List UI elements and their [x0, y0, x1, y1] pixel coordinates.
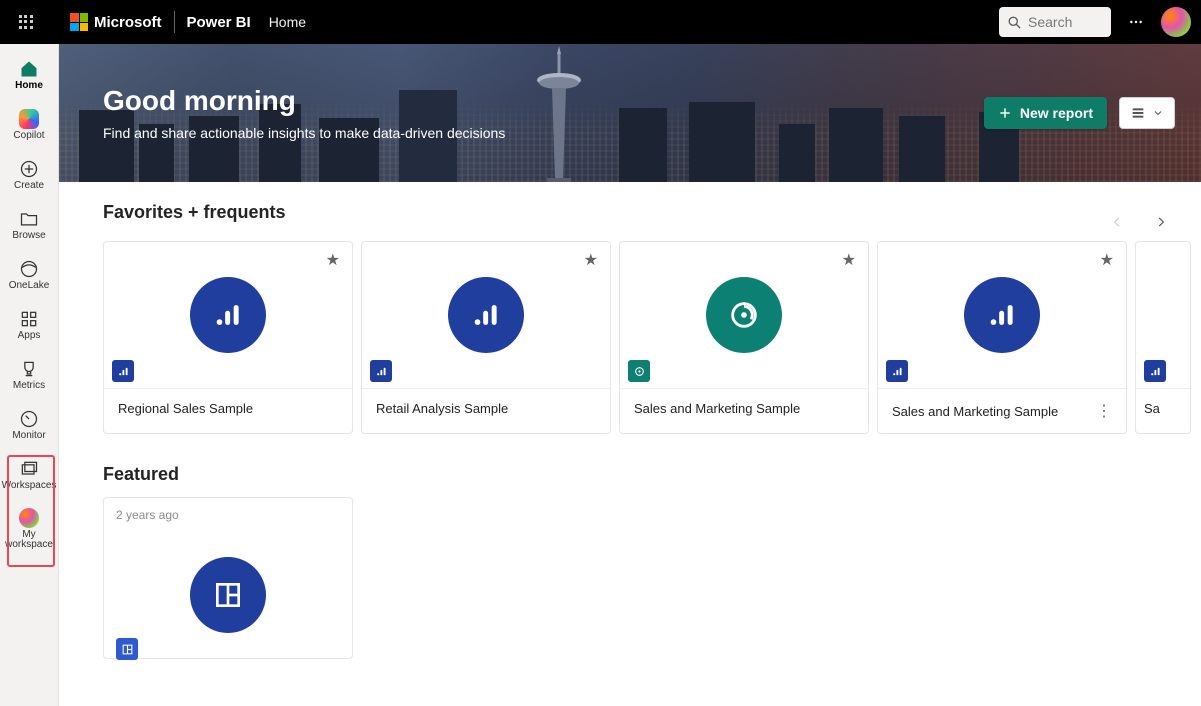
report-badge-icon [1144, 360, 1166, 382]
star-icon[interactable]: ★ [842, 250, 856, 270]
breadcrumb[interactable]: Home [269, 14, 306, 30]
nav-workspaces[interactable]: Workspaces [0, 450, 58, 500]
new-report-label: New report [1020, 105, 1093, 121]
card-title: Sales and Marketing Sample [892, 404, 1058, 419]
workspace-avatar-icon [19, 508, 39, 528]
app-badge-icon [628, 360, 650, 382]
nav-label: My workspace [0, 530, 58, 550]
nav-create[interactable]: Create [0, 150, 58, 200]
report-icon [964, 277, 1040, 353]
card-more-button[interactable]: ⋮ [1096, 401, 1112, 421]
search-placeholder: Search [1028, 14, 1072, 30]
nav-browse[interactable]: Browse [0, 200, 58, 250]
section-title-favorites: Favorites + frequents [103, 202, 1201, 223]
chevron-right-icon [1154, 215, 1168, 229]
chevron-left-icon [1110, 215, 1124, 229]
report-badge-icon [886, 360, 908, 382]
copilot-icon [19, 109, 39, 129]
nav-label: Metrics [13, 381, 45, 391]
star-icon[interactable]: ★ [584, 250, 598, 270]
content-card[interactable]: ★ Sales and Marketing Sample [619, 241, 869, 434]
monitor-icon [19, 409, 39, 429]
brand-label: Microsoft [94, 14, 162, 31]
trophy-icon [19, 359, 39, 379]
nav-label: Monitor [12, 431, 45, 441]
more-options-button[interactable] [1123, 9, 1149, 35]
topbar: Microsoft Power BI Home Search [0, 0, 1201, 44]
report-badge-icon [370, 360, 392, 382]
chevron-down-icon [1152, 107, 1164, 119]
topbar-divider [174, 11, 175, 33]
hero-banner: Good morning Find and share actionable i… [59, 44, 1201, 182]
hero-text: Good morning Find and share actionable i… [103, 85, 505, 141]
home-icon [19, 59, 39, 79]
nav-label: Copilot [13, 131, 44, 141]
nav-monitor[interactable]: Monitor [0, 400, 58, 450]
ellipsis-icon [1128, 14, 1144, 30]
dashboard-icon [190, 557, 266, 633]
app-icon [706, 277, 782, 353]
list-view-icon [1130, 105, 1146, 121]
card-title: Sa [1144, 401, 1160, 416]
star-icon[interactable]: ★ [1100, 250, 1114, 270]
nav-label: OneLake [9, 281, 50, 291]
content-card[interactable]: ★ Sales and Marketing Sample ⋮ [877, 241, 1127, 434]
card-title: Retail Analysis Sample [376, 401, 508, 416]
card-title: Sales and Marketing Sample [634, 401, 800, 416]
apps-icon [19, 309, 39, 329]
product-name: Power BI [187, 14, 251, 31]
report-icon [448, 277, 524, 353]
workspaces-icon [19, 459, 39, 479]
content-card[interactable]: Sa [1135, 241, 1191, 434]
nav-label: Browse [12, 231, 45, 241]
carousel-prev-button[interactable] [1105, 210, 1129, 234]
plus-circle-icon [19, 159, 39, 179]
greeting-title: Good morning [103, 85, 505, 117]
nav-label: Home [15, 81, 43, 91]
featured-card[interactable]: 2 years ago [103, 497, 353, 659]
view-toggle-button[interactable] [1119, 97, 1175, 129]
search-input[interactable]: Search [999, 7, 1111, 37]
favorites-section: Favorites + frequents ★ [59, 182, 1201, 434]
nav-label: Workspaces [2, 481, 57, 491]
content-card[interactable]: ★ Regional Sales Sample [103, 241, 353, 434]
nav-metrics[interactable]: Metrics [0, 350, 58, 400]
folder-icon [19, 209, 39, 229]
nav-label: Apps [18, 331, 41, 341]
space-needle-icon [519, 46, 599, 182]
report-icon [190, 277, 266, 353]
plus-icon [998, 106, 1012, 120]
nav-apps[interactable]: Apps [0, 300, 58, 350]
content-card[interactable]: ★ Retail Analysis Sample [361, 241, 611, 434]
search-icon [1007, 15, 1022, 30]
carousel-next-button[interactable] [1149, 210, 1173, 234]
carousel-nav [1105, 210, 1173, 234]
nav-copilot[interactable]: Copilot [0, 100, 58, 150]
section-title-featured: Featured [103, 464, 1201, 485]
featured-timestamp: 2 years ago [104, 498, 352, 532]
dashboard-badge-icon [116, 638, 138, 660]
main-content: Good morning Find and share actionable i… [59, 44, 1201, 706]
microsoft-logo-icon [70, 13, 88, 31]
report-badge-icon [112, 360, 134, 382]
avatar[interactable] [1161, 7, 1191, 37]
nav-label: Create [14, 181, 44, 191]
microsoft-logo: Microsoft [70, 13, 162, 31]
greeting-subtitle: Find and share actionable insights to ma… [103, 125, 505, 141]
nav-onelake[interactable]: OneLake [0, 250, 58, 300]
new-report-button[interactable]: New report [984, 97, 1107, 129]
nav-home[interactable]: Home [0, 50, 58, 100]
onelake-icon [19, 259, 39, 279]
nav-my-workspace[interactable]: My workspace [0, 500, 58, 558]
card-row: ★ Regional Sales Sample ★ [103, 241, 1201, 434]
star-icon[interactable]: ★ [326, 250, 340, 270]
featured-section: Featured 2 years ago [59, 434, 1201, 659]
card-title: Regional Sales Sample [118, 401, 253, 416]
left-nav: Home Copilot Create Browse OneLake Apps … [0, 44, 59, 706]
app-launcher-icon[interactable] [10, 6, 42, 38]
